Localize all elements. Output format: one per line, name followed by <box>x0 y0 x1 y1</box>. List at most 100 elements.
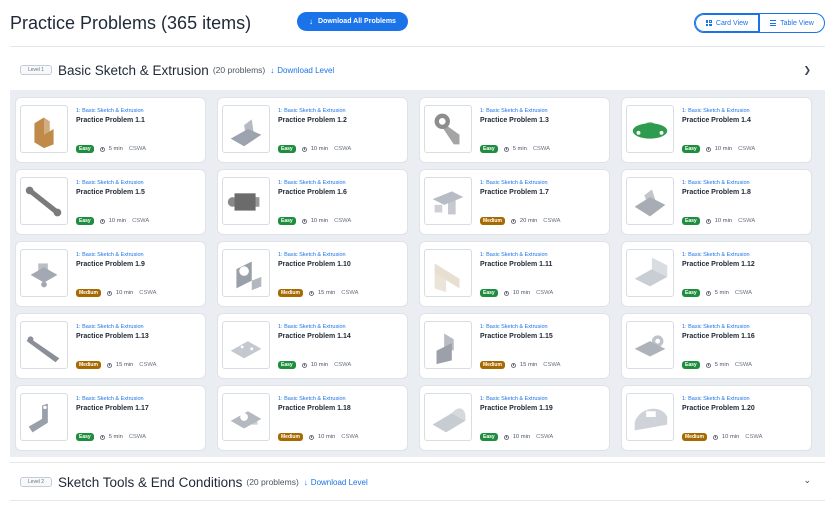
list-icon <box>770 20 777 26</box>
part-thumbnail <box>20 105 68 153</box>
exam-tag: CSWA <box>132 218 150 224</box>
part-image <box>30 263 58 288</box>
problem-card[interactable]: 1: Basic Sketch & Extrusion Practice Prob… <box>16 242 205 306</box>
card-meta: Easy 5 min CSWA <box>480 145 550 153</box>
card-meta: Medium 15 min CSWA <box>480 361 560 369</box>
problem-card[interactable]: 1: Basic Sketch & Extrusion Practice Prob… <box>16 314 205 378</box>
problem-card[interactable]: 1: Basic Sketch & Extrusion Practice Prob… <box>622 314 811 378</box>
clock-icon <box>705 290 711 296</box>
card-category: 1: Basic Sketch & Extrusion <box>76 396 144 402</box>
difficulty-badge: Medium <box>480 361 505 369</box>
card-meta: Easy 5 min CSWA <box>682 289 752 297</box>
problem-card[interactable]: 1: Basic Sketch & Extrusion Practice Prob… <box>16 170 205 234</box>
part-image <box>436 333 454 365</box>
level-header-1[interactable]: Level 1 Basic Sketch & Extrusion (20 pro… <box>10 57 825 83</box>
clock-icon <box>503 290 509 296</box>
part-thumbnail <box>424 105 472 153</box>
time-estimate: 10 min <box>512 434 531 440</box>
difficulty-badge: Easy <box>682 217 700 225</box>
time-estimate: 15 min <box>317 290 336 296</box>
card-category: 1: Basic Sketch & Extrusion <box>278 324 346 330</box>
clock-icon <box>705 362 711 368</box>
card-category: 1: Basic Sketch & Extrusion <box>682 108 750 114</box>
exam-tag: CSWA <box>738 146 756 152</box>
problem-card[interactable]: 1: Basic Sketch & Extrusion Practice Prob… <box>622 386 811 450</box>
page-header: Practice Problems (365 items) ↓ Download… <box>0 0 835 46</box>
download-arrow-icon: ↓ <box>309 17 314 26</box>
download-level-link[interactable]: ↓ Download Level <box>304 478 368 487</box>
level-title: Basic Sketch & Extrusion <box>58 62 209 78</box>
card-title: Practice Problem 1.4 <box>682 117 751 124</box>
card-title: Practice Problem 1.2 <box>278 117 347 124</box>
chevron-down-icon[interactable]: ⌄ <box>803 475 811 486</box>
problem-card[interactable]: 1: Basic Sketch & Extrusion Practice Prob… <box>622 98 811 162</box>
card-view-label: Card View <box>715 19 749 27</box>
part-image <box>434 263 460 293</box>
difficulty-badge: Easy <box>480 433 498 441</box>
card-category: 1: Basic Sketch & Extrusion <box>480 180 548 186</box>
card-title: Practice Problem 1.15 <box>480 333 553 340</box>
part-image <box>432 191 464 215</box>
problem-card[interactable]: 1: Basic Sketch & Extrusion Practice Prob… <box>218 242 407 306</box>
clock-icon <box>99 434 105 440</box>
part-thumbnail <box>424 321 472 369</box>
card-category: 1: Basic Sketch & Extrusion <box>76 252 144 258</box>
exam-tag: CSWA <box>734 362 753 368</box>
part-image <box>227 193 260 211</box>
level-title: Sketch Tools & End Conditions <box>58 474 243 490</box>
part-image <box>434 113 460 145</box>
problem-card[interactable]: 1: Basic Sketch & Extrusion Practice Prob… <box>16 386 205 450</box>
card-title: Practice Problem 1.19 <box>480 405 553 412</box>
part-thumbnail <box>222 105 270 153</box>
card-title: Practice Problem 1.9 <box>76 261 145 268</box>
card-meta: Medium 15 min CSWA <box>278 289 358 297</box>
chevron-right-icon[interactable]: ❯ <box>803 65 811 76</box>
part-thumbnail <box>424 393 472 441</box>
difficulty-badge: Easy <box>278 361 296 369</box>
problem-card[interactable]: 1: Basic Sketch & Extrusion Practice Prob… <box>622 170 811 234</box>
level-badge: Level 2 <box>20 477 52 487</box>
time-estimate: 5 min <box>108 434 123 440</box>
card-category: 1: Basic Sketch & Extrusion <box>76 180 144 186</box>
problem-card[interactable]: 1: Basic Sketch & Extrusion Practice Prob… <box>420 98 609 162</box>
time-estimate: 10 min <box>317 434 336 440</box>
part-image <box>230 341 262 359</box>
table-view-label: Table View <box>780 19 814 27</box>
clock-icon <box>99 146 105 152</box>
problem-card[interactable]: 1: Basic Sketch & Extrusion Practice Prob… <box>218 386 407 450</box>
problem-card[interactable]: 1: Basic Sketch & Extrusion Practice Prob… <box>16 98 205 162</box>
table-view-button[interactable]: Table View <box>759 14 824 32</box>
problem-card[interactable]: 1: Basic Sketch & Extrusion Practice Prob… <box>218 170 407 234</box>
part-thumbnail <box>20 177 68 225</box>
download-all-button[interactable]: ↓ Download All Problems <box>297 12 408 31</box>
clock-icon <box>705 218 711 224</box>
level-header-2[interactable]: Level 2 Sketch Tools & End Conditions (2… <box>10 469 825 495</box>
download-arrow-icon: ↓ <box>303 477 308 487</box>
problem-card[interactable]: 1: Basic Sketch & Extrusion Practice Prob… <box>420 386 609 450</box>
card-category: 1: Basic Sketch & Extrusion <box>76 108 144 114</box>
exam-tag: CSWA <box>543 362 561 368</box>
card-view-button[interactable]: Card View <box>695 14 759 32</box>
card-title: Practice Problem 1.1 <box>76 117 145 124</box>
problem-card[interactable]: 1: Basic Sketch & Extrusion Practice Prob… <box>622 242 811 306</box>
difficulty-badge: Easy <box>76 145 94 153</box>
download-level-label: Download Level <box>310 477 368 487</box>
problem-card[interactable]: 1: Basic Sketch & Extrusion Practice Prob… <box>420 170 609 234</box>
part-thumbnail <box>222 393 270 441</box>
difficulty-badge: Easy <box>682 361 700 369</box>
exam-tag: CSWA <box>334 362 352 368</box>
problem-card[interactable]: 1: Basic Sketch & Extrusion Practice Prob… <box>420 242 609 306</box>
card-meta: Easy 10 min CSWA <box>278 145 351 153</box>
download-level-link[interactable]: ↓ Download Level <box>270 66 334 75</box>
part-thumbnail <box>626 177 674 225</box>
problem-card[interactable]: 1: Basic Sketch & Extrusion Practice Prob… <box>420 314 609 378</box>
problem-card[interactable]: 1: Basic Sketch & Extrusion Practice Prob… <box>218 98 407 162</box>
time-estimate: 10 min <box>721 434 740 440</box>
time-estimate: 5 min <box>512 146 527 152</box>
card-title: Practice Problem 1.3 <box>480 117 549 124</box>
card-meta: Easy 10 min CSWA <box>76 217 149 225</box>
problem-card[interactable]: 1: Basic Sketch & Extrusion Practice Prob… <box>218 314 407 378</box>
card-category: 1: Basic Sketch & Extrusion <box>480 252 548 258</box>
clock-icon <box>503 434 509 440</box>
exam-tag: CSWA <box>536 434 554 440</box>
